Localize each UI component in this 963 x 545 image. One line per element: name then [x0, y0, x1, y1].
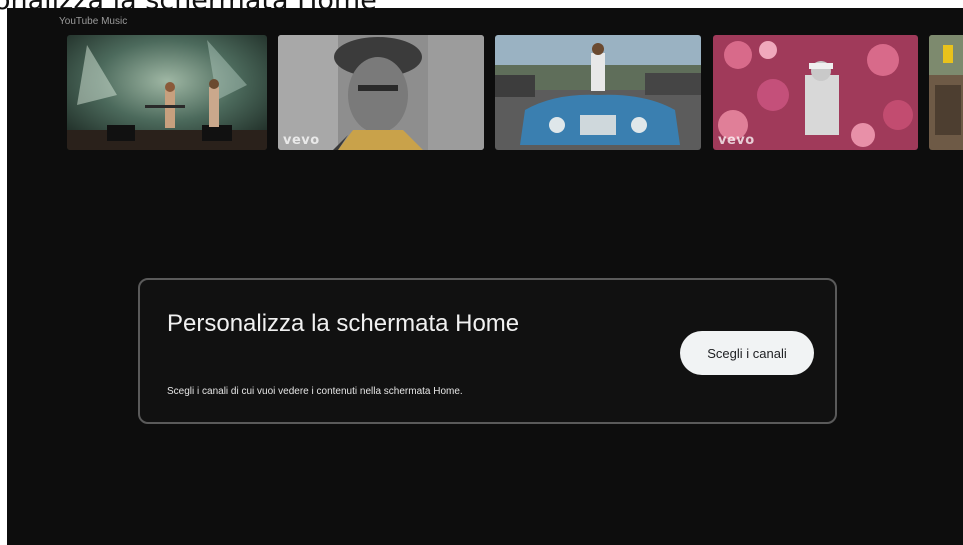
- vevo-badge: vevo: [283, 133, 320, 148]
- concert-image: [67, 35, 267, 150]
- card-title: Personalizza la schermata Home: [167, 310, 520, 337]
- tv-screen: YouTube Music vevo vevo Personalizza la …: [7, 8, 963, 545]
- vevo-badge: vevo: [718, 133, 755, 148]
- card-subtitle: Scegli i canali di cui vuoi vedere i con…: [167, 386, 463, 397]
- partial-image: [929, 35, 963, 150]
- video-thumbnail-floral[interactable]: vevo: [713, 35, 918, 150]
- video-thumbnail-car[interactable]: [495, 35, 701, 150]
- car-image: [495, 35, 701, 150]
- personalize-home-card: Personalizza la schermata Home Scegli i …: [138, 278, 837, 424]
- page: onalizza la schermata Home YouTube Music: [0, 0, 963, 545]
- video-thumbnail-partial[interactable]: [929, 35, 963, 150]
- video-thumbnail-concert[interactable]: [67, 35, 267, 150]
- row-title: YouTube Music: [59, 16, 128, 27]
- choose-channels-button[interactable]: Scegli i canali: [680, 331, 814, 375]
- video-thumbnail-portrait[interactable]: vevo: [278, 35, 484, 150]
